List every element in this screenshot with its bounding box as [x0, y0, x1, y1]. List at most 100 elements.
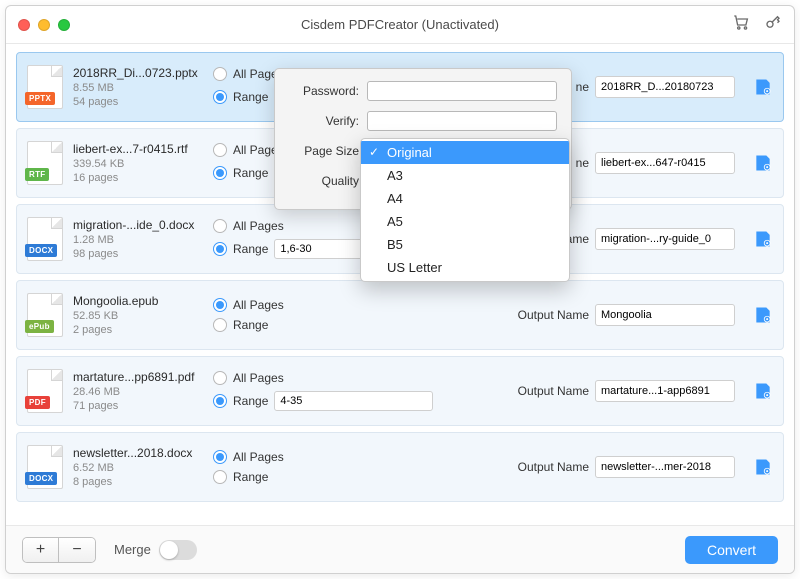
- all-pages-radio[interactable]: [213, 298, 227, 312]
- file-size: 339.54 KB: [73, 158, 203, 170]
- row-settings-button[interactable]: [753, 305, 773, 325]
- pagesize-option[interactable]: A5: [361, 210, 569, 233]
- file-meta: migration-...ide_0.docx1.28 MB98 pages: [73, 218, 203, 260]
- range-label: Range: [233, 90, 268, 104]
- file-name: 2018RR_Di...0723.pptx: [73, 66, 203, 80]
- output-name-label: Output Name: [518, 460, 589, 474]
- output-name-input[interactable]: [595, 228, 735, 250]
- output-name-input[interactable]: [595, 76, 735, 98]
- all-pages-label: All Pages: [233, 219, 284, 233]
- output-name-input[interactable]: [595, 304, 735, 326]
- file-size: 8.55 MB: [73, 82, 203, 94]
- minimize-window-button[interactable]: [38, 19, 50, 31]
- all-pages-radio[interactable]: [213, 450, 227, 464]
- row-settings-button[interactable]: [753, 153, 773, 173]
- add-file-button[interactable]: +: [23, 538, 59, 562]
- zoom-window-button[interactable]: [58, 19, 70, 31]
- range-input[interactable]: [274, 391, 433, 411]
- pagesize-dropdown: OriginalA3A4A5B5US Letter: [360, 138, 570, 282]
- file-pages: 71 pages: [73, 400, 203, 412]
- range-radio[interactable]: [213, 470, 227, 484]
- file-pages: 54 pages: [73, 96, 203, 108]
- all-pages-label: All Pages: [233, 371, 284, 385]
- convert-button[interactable]: Convert: [685, 536, 778, 564]
- key-icon[interactable]: [764, 13, 782, 36]
- remove-file-button[interactable]: −: [59, 538, 95, 562]
- pagesize-option[interactable]: Original: [361, 141, 569, 164]
- pagesize-option[interactable]: B5: [361, 233, 569, 256]
- file-pages: 16 pages: [73, 172, 203, 184]
- file-type-icon: DOCX: [27, 217, 63, 261]
- file-meta: Mongoolia.epub 52.85 KB 2 pages: [73, 294, 203, 336]
- close-window-button[interactable]: [18, 19, 30, 31]
- output-name-input[interactable]: [595, 152, 735, 174]
- file-type-icon: RTF: [27, 141, 63, 185]
- output-name-input[interactable]: [595, 456, 735, 478]
- output-name-label: ne: [576, 80, 589, 94]
- titlebar: Cisdem PDFCreator (Unactivated): [6, 6, 794, 44]
- row-settings-button[interactable]: [753, 229, 773, 249]
- all-pages-label: All Pages: [233, 450, 284, 464]
- traffic-lights: [18, 19, 70, 31]
- output-name-input[interactable]: [595, 380, 735, 402]
- file-row[interactable]: PDF martature...pp6891.pdf 28.46 MB 71 page…: [16, 356, 784, 426]
- footer: + − Merge Convert: [6, 525, 794, 573]
- range-label: Range: [233, 470, 268, 484]
- row-settings-button[interactable]: [753, 381, 773, 401]
- file-type-icon: PDF: [27, 369, 63, 413]
- row-settings-button[interactable]: [753, 77, 773, 97]
- pagesize-option[interactable]: A3: [361, 164, 569, 187]
- merge-label: Merge: [114, 542, 151, 557]
- all-pages-radio[interactable]: [213, 143, 227, 157]
- file-meta: liebert-ex...7-r0415.rtf 339.54 KB 16 page…: [73, 142, 203, 184]
- verify-label: Verify:: [289, 114, 359, 128]
- file-meta: martature...pp6891.pdf 28.46 MB 71 pages: [73, 370, 203, 412]
- range-radio[interactable]: [213, 318, 227, 332]
- file-name: liebert-ex...7-r0415.rtf: [73, 142, 203, 156]
- file-size: 28.46 MB: [73, 386, 203, 398]
- file-type-icon: ePub: [27, 293, 63, 337]
- range-label: Range: [233, 242, 268, 256]
- file-name: Mongoolia.epub: [73, 294, 203, 308]
- file-row[interactable]: ePub Mongoolia.epub 52.85 KB 2 pages All Pag…: [16, 280, 784, 350]
- add-remove-segment: + −: [22, 537, 96, 563]
- pagesize-option[interactable]: A4: [361, 187, 569, 210]
- password-label: Password:: [289, 84, 359, 98]
- file-size: 6.52 MB: [73, 462, 203, 474]
- file-type-icon: PPTX: [27, 65, 63, 109]
- file-size: 52.85 KB: [73, 310, 203, 322]
- all-pages-radio[interactable]: [213, 219, 227, 233]
- range-radio[interactable]: [213, 242, 227, 256]
- app-window: Cisdem PDFCreator (Unactivated) PPTX 2018…: [5, 5, 795, 574]
- file-name: migration-...ide_0.docx: [73, 218, 203, 232]
- password-input[interactable]: [367, 81, 557, 101]
- pagesize-label: Page Size: [289, 144, 359, 158]
- merge-toggle[interactable]: [159, 540, 197, 560]
- range-label: Range: [233, 318, 268, 332]
- all-pages-radio[interactable]: [213, 67, 227, 81]
- file-meta: newsletter...2018.docx 6.52 MB 8 pages: [73, 446, 203, 488]
- quality-label: Quality: [289, 174, 359, 188]
- file-name: martature...pp6891.pdf: [73, 370, 203, 384]
- file-name: newsletter...2018.docx: [73, 446, 203, 460]
- file-meta: 2018RR_Di...0723.pptx 8.55 MB 54 pages: [73, 66, 203, 108]
- all-pages-radio[interactable]: [213, 371, 227, 385]
- all-pages-label: All Pages: [233, 298, 284, 312]
- output-name-label: Output Name: [518, 384, 589, 398]
- range-label: Range: [233, 166, 268, 180]
- range-label: Range: [233, 394, 268, 408]
- cart-icon[interactable]: [732, 13, 750, 36]
- range-radio[interactable]: [213, 166, 227, 180]
- file-pages: 98 pages: [73, 248, 203, 260]
- file-pages: 2 pages: [73, 324, 203, 336]
- file-pages: 8 pages: [73, 476, 203, 488]
- range-radio[interactable]: [213, 90, 227, 104]
- file-type-icon: DOCX: [27, 445, 63, 489]
- window-title: Cisdem PDFCreator (Unactivated): [301, 17, 499, 32]
- row-settings-button[interactable]: [753, 457, 773, 477]
- range-radio[interactable]: [213, 394, 227, 408]
- file-row[interactable]: DOCX newsletter...2018.docx 6.52 MB 8 pages…: [16, 432, 784, 502]
- verify-input[interactable]: [367, 111, 557, 131]
- pagesize-option[interactable]: US Letter: [361, 256, 569, 279]
- output-name-label: Output Name: [518, 308, 589, 322]
